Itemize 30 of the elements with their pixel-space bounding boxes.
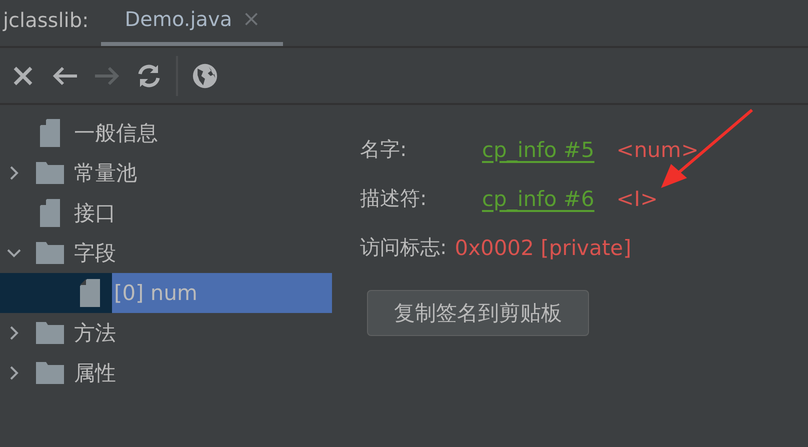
header-label: jclasslib: (2, 7, 89, 34)
tree-item[interactable]: 一般信息 (72, 113, 158, 153)
file-tab[interactable]: Demo.java × (100, 0, 283, 46)
file-icon (40, 119, 60, 147)
field-label: 访问标志: (360, 234, 447, 261)
field-value: 0x0002 [private] (454, 236, 632, 260)
globe-icon (192, 62, 218, 90)
tab-label: Demo.java (124, 7, 232, 31)
refresh-icon (136, 62, 162, 88)
file-icon (40, 199, 60, 227)
tree-item[interactable]: 属性 (72, 353, 116, 393)
tree-item[interactable]: 接口 (72, 193, 116, 233)
file-icon (80, 279, 100, 307)
folder-icon (36, 322, 64, 344)
field-label: 名字: (360, 136, 408, 163)
constant-pool-link[interactable]: cp_info #6 (482, 186, 594, 210)
folder-icon (36, 362, 64, 384)
close-icon (12, 64, 34, 86)
constant-pool-link[interactable]: cp_info #5 (482, 138, 594, 162)
folder-icon (36, 162, 64, 184)
copy-signature-button[interactable]: 复制签名到剪贴板 (367, 290, 589, 336)
tree-item[interactable]: 方法 (72, 313, 116, 353)
folder-icon (36, 242, 64, 264)
tree-item[interactable]: 常量池 (72, 153, 137, 193)
back-arrow-icon (52, 66, 78, 86)
forward-arrow-icon (94, 66, 120, 86)
field-value: <I> (616, 186, 658, 210)
field-label: 描述符: (360, 185, 428, 212)
tree-item[interactable]: 字段 (72, 233, 116, 273)
field-value: <num> (616, 138, 699, 162)
